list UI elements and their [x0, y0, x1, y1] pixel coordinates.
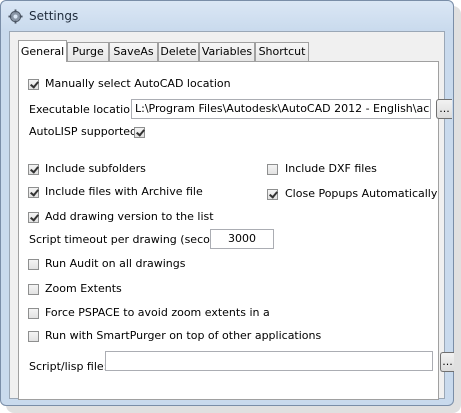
include-archive-label: Include files with Archive file [45, 185, 203, 198]
add-version-checkbox[interactable] [28, 212, 39, 223]
general-panel: Manually select AutoCAD location Executa… [18, 61, 454, 400]
tab-delete[interactable]: Delete [158, 42, 199, 61]
close-popups-label: Close Popups Automatically [285, 187, 438, 200]
zoom-extents-label: Zoom Extents [45, 282, 122, 295]
autolisp-checkbox[interactable] [134, 127, 145, 138]
tab-variables[interactable]: Variables [199, 42, 255, 61]
tab-general[interactable]: General [18, 40, 67, 62]
tab-saveas[interactable]: SaveAs [109, 42, 158, 61]
include-dxf-checkbox[interactable] [267, 164, 278, 175]
add-version-label: Add drawing version to the list [45, 210, 214, 223]
script-timeout-label: Script timeout per drawing (seconds) [29, 233, 234, 246]
executable-browse-button[interactable]: ... [436, 99, 452, 119]
settings-gear-icon [8, 9, 23, 24]
force-pspace-checkbox[interactable] [28, 308, 39, 319]
executable-location-label: Executable location: [29, 103, 141, 116]
zoom-extents-checkbox[interactable] [28, 284, 39, 295]
force-pspace-label: Force PSPACE to avoid zoom extents in a [45, 306, 270, 319]
run-audit-checkbox[interactable] [28, 259, 39, 270]
executable-location-field[interactable]: L:\Program Files\Autodesk\AutoCAD 2012 -… [131, 99, 431, 119]
smartpurger-on-top-checkbox[interactable] [28, 331, 39, 342]
tab-shortcut[interactable]: Shortcut [255, 42, 309, 61]
script-file-label: Script/lisp file: [29, 360, 108, 373]
autolisp-label: AutoLISP supported: [29, 125, 141, 138]
run-audit-label: Run Audit on all drawings [45, 257, 186, 270]
tab-purge[interactable]: Purge [67, 42, 109, 61]
include-dxf-label: Include DXF files [285, 162, 377, 175]
window-title: Settings [29, 9, 79, 23]
smartpurger-on-top-label: Run with SmartPurger on top of other app… [45, 329, 322, 342]
title-bar[interactable]: Settings [1, 1, 453, 31]
manual-select-label: Manually select AutoCAD location [45, 77, 231, 90]
script-file-field[interactable] [105, 351, 433, 371]
settings-window: Settings General Purge SaveAs Delete Var… [0, 0, 454, 406]
include-subfolders-label: Include subfolders [45, 162, 146, 175]
manual-select-checkbox[interactable] [28, 79, 39, 90]
include-archive-checkbox[interactable] [28, 187, 39, 198]
dialog-body: General Purge SaveAs Delete Variables Sh… [9, 31, 454, 400]
close-popups-checkbox[interactable] [267, 189, 278, 200]
include-subfolders-checkbox[interactable] [28, 164, 39, 175]
script-timeout-field[interactable]: 3000 [210, 229, 274, 249]
script-browse-button[interactable]: ... [440, 352, 454, 372]
